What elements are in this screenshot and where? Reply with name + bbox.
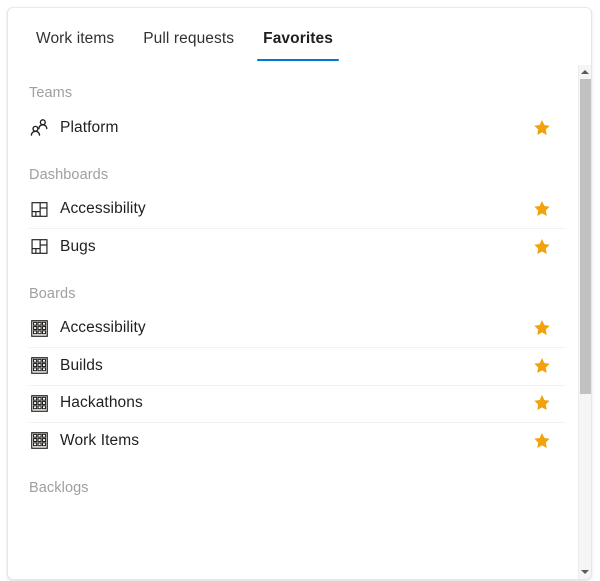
star-filled-icon[interactable] [530, 391, 554, 415]
tab-label: Favorites [263, 30, 333, 47]
favorite-item-label: Platform [60, 118, 119, 136]
tab-favorites[interactable]: Favorites [256, 8, 340, 61]
star-filled-icon[interactable] [530, 197, 554, 221]
favorite-item-label: Accessibility [60, 200, 146, 218]
tab-active-indicator [257, 58, 339, 61]
dashboard-tiles-icon [29, 199, 50, 220]
tab-bar: Work items Pull requests Favorites [8, 8, 591, 62]
vertical-scrollbar[interactable] [578, 65, 591, 579]
scrollbar-thumb[interactable] [579, 79, 591, 394]
scroll-up-arrow-icon[interactable] [579, 65, 591, 79]
tab-label: Work items [36, 30, 115, 47]
tab-pull-requests[interactable]: Pull requests [136, 8, 241, 61]
star-filled-icon[interactable] [530, 354, 554, 378]
favorite-row[interactable]: Platform [8, 109, 580, 147]
favorites-panel: Work items Pull requests Favorites Teams Pl… [7, 7, 592, 580]
tab-label: Pull requests [143, 30, 235, 47]
favorite-item-label: Accessibility [60, 319, 146, 337]
favorite-item-label: Builds [60, 356, 103, 374]
star-filled-icon[interactable] [530, 429, 554, 453]
favorite-row[interactable]: Work Items [8, 422, 580, 460]
favorite-row[interactable]: Accessibility [8, 310, 580, 348]
favorite-row[interactable]: Bugs [8, 228, 580, 266]
kanban-board-icon [29, 430, 50, 451]
kanban-board-icon [29, 393, 50, 414]
favorite-item-label: Hackathons [60, 394, 143, 412]
favorite-row[interactable]: Hackathons [8, 384, 580, 423]
kanban-board-icon [29, 355, 50, 376]
scroll-down-arrow-icon[interactable] [579, 565, 591, 579]
kanban-board-icon [29, 318, 50, 339]
dashboard-tiles-icon [29, 236, 50, 257]
favorite-item-label: Bugs [60, 237, 96, 255]
star-filled-icon[interactable] [530, 316, 554, 340]
group-header-boards: Boards [29, 285, 76, 302]
star-filled-icon[interactable] [530, 116, 554, 140]
favorite-row[interactable]: Accessibility [8, 191, 580, 229]
tab-work-items[interactable]: Work items [29, 8, 121, 61]
group-header-backlogs: Backlogs [29, 479, 89, 496]
favorite-row[interactable]: Builds [8, 347, 580, 385]
favorites-scroll-area[interactable]: Teams Platform Dashboards Accessibility Bugs… [8, 65, 591, 579]
group-header-dashboards: Dashboards [29, 166, 109, 183]
people-icon [29, 117, 50, 138]
group-header-teams: Teams [29, 85, 73, 101]
star-filled-icon[interactable] [530, 235, 554, 259]
favorite-item-label: Work Items [60, 431, 140, 449]
favorites-list: Teams Platform Dashboards Accessibility Bugs… [8, 65, 580, 504]
